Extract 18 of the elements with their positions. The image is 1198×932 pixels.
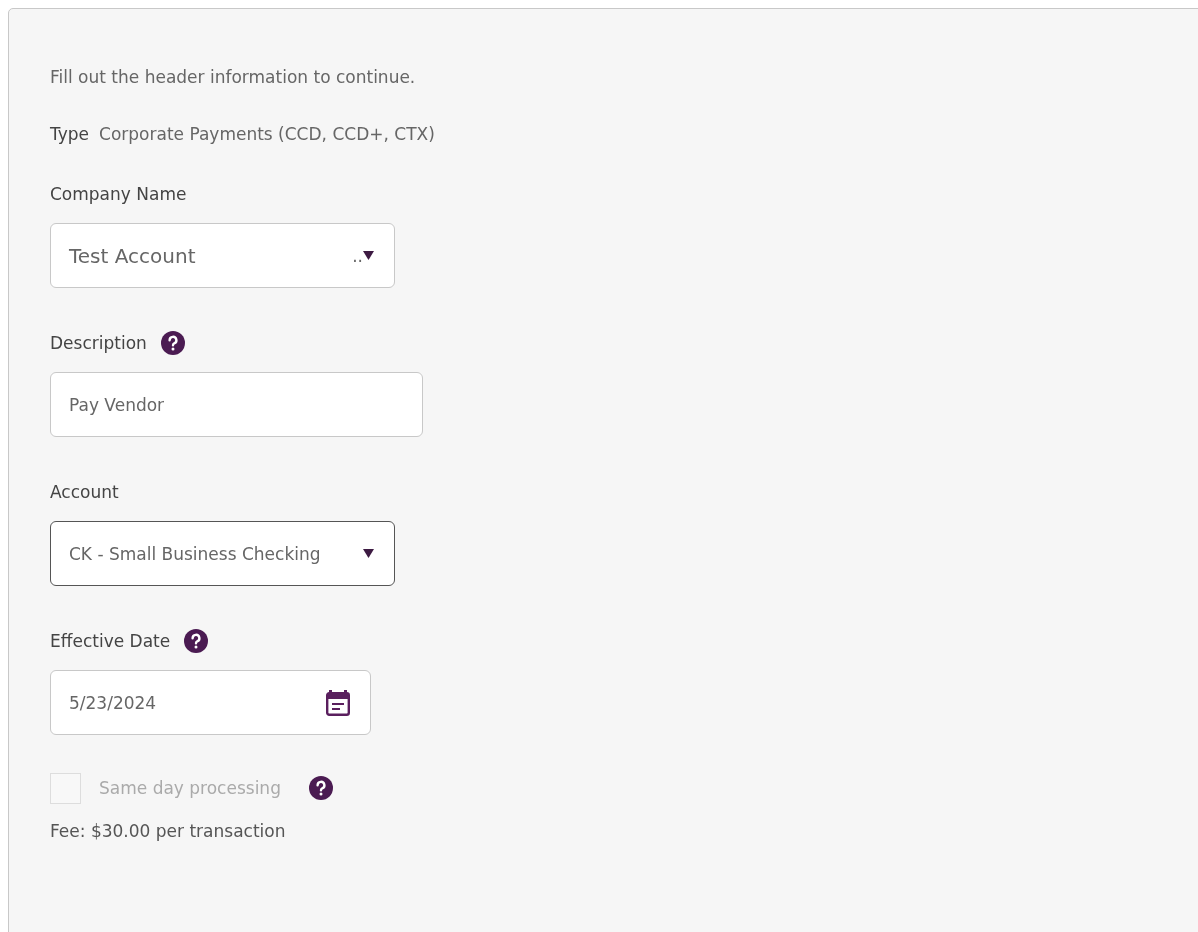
dropdown[interactable]: CK - Small Business Checking: [50, 521, 395, 586]
help-icon[interactable]: [184, 629, 209, 653]
field-label: Account: [50, 482, 119, 502]
dropdown[interactable]: Test Account ..: [50, 223, 395, 288]
input-field[interactable]: Pay Vendor: [50, 372, 423, 437]
caret-icon: [363, 549, 374, 558]
caret-icon: [363, 251, 374, 260]
help-icon[interactable]: [160, 331, 185, 355]
calendar-icon[interactable]: [326, 689, 350, 716]
checkbox-label: Same day processing: [99, 778, 281, 798]
field-label: Effective Date: [50, 631, 171, 651]
date-field[interactable]: 5/23/2024: [50, 670, 371, 735]
type-value: Corporate Payments (CCD, CCD+, CTX): [99, 124, 435, 146]
field-label: Company Name: [50, 184, 187, 204]
fee-text: Fee: $30.00 per transaction: [50, 821, 287, 841]
intro-text: Fill out the header information to continue.: [50, 67, 417, 89]
type-label: Type: [50, 124, 90, 146]
field-label: Description: [50, 333, 147, 353]
